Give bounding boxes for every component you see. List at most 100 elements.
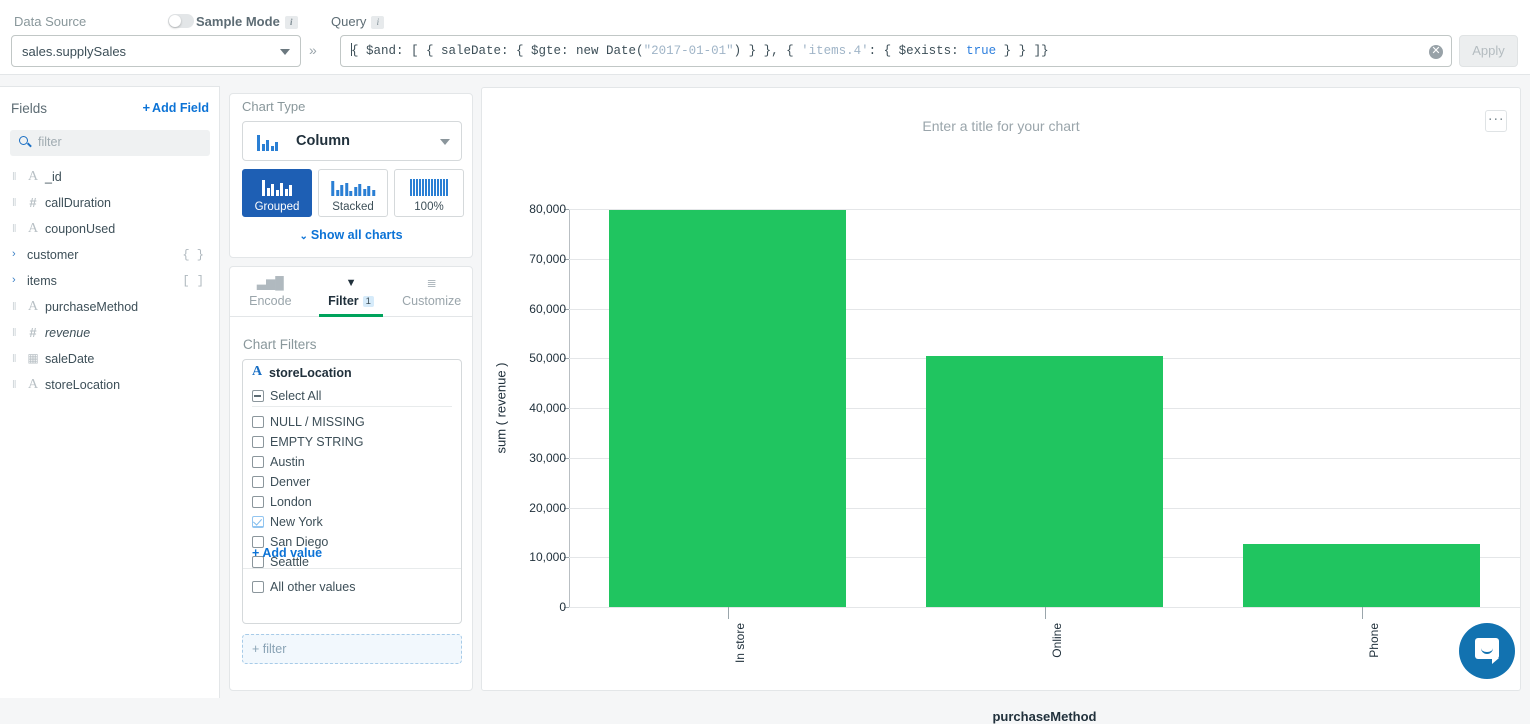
x-axis-title: purchaseMethod — [569, 709, 1520, 724]
data-source-label: Data Source — [14, 14, 86, 29]
filter-value-row[interactable]: New York — [243, 513, 461, 533]
bar-in-store[interactable] — [609, 210, 845, 607]
fields-filter-input[interactable]: filter — [10, 130, 210, 156]
object-type-icon: { } — [182, 248, 204, 262]
y-tick-label: 80,000 — [496, 202, 566, 216]
field-name: storeLocation — [45, 378, 120, 392]
config-tabs: ▃▆█Encode▼Filter1≣ Customize — [230, 267, 472, 317]
query-token: 'items.4' — [801, 44, 869, 58]
field-row-id[interactable]: ‖A_id — [0, 165, 220, 191]
tab-label: Filter — [328, 294, 359, 308]
data-source-value: sales.supplySales — [22, 44, 126, 59]
data-source-select[interactable]: sales.supplySales — [11, 35, 301, 67]
filter-value-row[interactable]: EMPTY STRING — [243, 433, 461, 453]
select-all-row[interactable]: Select All — [243, 387, 461, 407]
field-row-couponUsed[interactable]: ‖AcouponUsed — [0, 217, 220, 243]
y-tick-label: 10,000 — [496, 550, 566, 564]
drag-handle-icon[interactable]: ‖ — [12, 380, 17, 391]
filter-value-checkbox[interactable] — [252, 456, 264, 468]
bar-online[interactable] — [926, 356, 1162, 607]
number-type-icon: # — [26, 325, 40, 340]
tab-encode[interactable]: ▃▆█Encode — [230, 267, 311, 316]
sample-mode-info-icon[interactable]: i — [285, 16, 298, 29]
expand-chevrons-icon[interactable]: » — [309, 42, 317, 58]
all-other-values-row[interactable]: All other values — [243, 578, 461, 598]
chart-type-value: Column — [296, 133, 350, 149]
query-token: : { $exists: — [869, 44, 967, 58]
field-row-storeLocation[interactable]: ‖AstoreLocation — [0, 373, 220, 399]
clear-query-icon[interactable]: ✕ — [1429, 45, 1443, 59]
y-tick-label: 0 — [496, 600, 566, 614]
drag-handle-icon[interactable]: ‖ — [12, 172, 17, 183]
drag-handle-icon[interactable]: ‖ — [12, 354, 17, 365]
drag-handle-icon[interactable]: ‖ — [12, 224, 17, 235]
chevron-right-icon[interactable]: › — [12, 248, 16, 260]
filter-drop-zone[interactable]: + filter — [242, 634, 462, 664]
apply-button[interactable]: Apply — [1459, 35, 1518, 67]
chevron-right-icon[interactable]: › — [12, 274, 16, 286]
filter-value-row[interactable]: NULL / MISSING — [243, 413, 461, 433]
query-token: true — [966, 44, 996, 58]
add-field-label: Add Field — [152, 101, 209, 115]
chart-variant-100pct[interactable]: 100% — [394, 169, 464, 217]
field-row-customer[interactable]: ›customer{ } — [0, 243, 220, 269]
chart-title-input[interactable]: Enter a title for your chart — [482, 118, 1520, 134]
chart-menu-button[interactable]: ··· — [1485, 110, 1507, 132]
show-all-charts-button[interactable]: ⌄Show all charts — [230, 228, 472, 242]
variant-icon — [331, 177, 375, 196]
select-all-checkbox[interactable] — [252, 390, 264, 402]
filter-value-checkbox[interactable] — [252, 436, 264, 448]
field-row-revenue[interactable]: ‖#revenue — [0, 321, 220, 347]
filter-value-label: London — [270, 495, 312, 509]
filter-value-row[interactable]: Austin — [243, 453, 461, 473]
drag-handle-icon[interactable]: ‖ — [12, 198, 17, 209]
chat-bubble-icon — [1475, 638, 1499, 659]
field-row-callDuration[interactable]: ‖#callDuration — [0, 191, 220, 217]
y-tick-label: 40,000 — [496, 401, 566, 415]
query-input[interactable]: { $and: [ { saleDate: { $gte: new Date("… — [340, 35, 1452, 67]
bar-chart-plot: sum ( revenue ) purchaseMethod 010,00020… — [569, 209, 1520, 607]
sample-mode-toggle[interactable] — [168, 14, 194, 28]
store-location-filter-card: A storeLocation Select All NULL / MISSIN… — [242, 359, 462, 624]
variant-label: Stacked — [319, 201, 387, 213]
filter-value-label: NULL / MISSING — [270, 415, 365, 429]
filter-value-checkbox[interactable] — [252, 496, 264, 508]
query-token: { $and: [ { saleDate: { $gte: new Date( — [351, 44, 644, 58]
chart-config-panel: ▃▆█Encode▼Filter1≣Customize Chart Filter… — [229, 266, 473, 691]
chart-variant-stacked[interactable]: Stacked — [318, 169, 388, 217]
add-field-button[interactable]: +Add Field — [142, 100, 209, 115]
chevron-down-icon — [440, 139, 450, 145]
filter-divider-bottom — [243, 568, 461, 569]
chart-variant-grouped[interactable]: Grouped — [242, 169, 312, 217]
drag-handle-icon[interactable]: ‖ — [12, 328, 17, 339]
filter-value-checkbox[interactable] — [252, 516, 264, 528]
field-name: callDuration — [45, 196, 111, 210]
filter-value-checkbox[interactable] — [252, 416, 264, 428]
query-label: Queryi — [331, 14, 384, 29]
filter-value-checkbox[interactable] — [252, 476, 264, 488]
filter-value-row[interactable]: London — [243, 493, 461, 513]
show-all-charts-label: Show all charts — [311, 228, 403, 242]
tab-label: Customize — [402, 294, 461, 308]
all-other-values-checkbox[interactable] — [252, 581, 264, 593]
tab-customize[interactable]: ≣ Customize — [391, 267, 472, 316]
chart-type-select[interactable]: Column — [242, 121, 462, 161]
query-info-icon[interactable]: i — [371, 16, 384, 29]
y-tick-label: 70,000 — [496, 252, 566, 266]
query-text: { $and: [ { saleDate: { $gte: new Date("… — [351, 43, 1049, 58]
drag-handle-icon[interactable]: ‖ — [12, 302, 17, 313]
tab-filter[interactable]: ▼Filter1 — [311, 267, 392, 316]
intercom-chat-launcher[interactable] — [1459, 623, 1515, 679]
customize-icon: ≣ — [391, 275, 472, 291]
field-row-saleDate[interactable]: ‖▦saleDate — [0, 347, 220, 373]
top-toolbar: Data Source Sample Modei Queryi sales.su… — [0, 0, 1530, 75]
field-row-purchaseMethod[interactable]: ‖ApurchaseMethod — [0, 295, 220, 321]
add-value-button[interactable]: +Add value — [252, 546, 322, 560]
column-chart-icon — [257, 134, 278, 151]
y-tick-label: 60,000 — [496, 302, 566, 316]
field-row-items[interactable]: ›items[ ] — [0, 269, 220, 295]
filter-value-row[interactable]: Denver — [243, 473, 461, 493]
field-name: couponUsed — [45, 222, 115, 236]
date-type-icon: ▦ — [26, 351, 40, 365]
bar-phone[interactable] — [1243, 544, 1479, 607]
